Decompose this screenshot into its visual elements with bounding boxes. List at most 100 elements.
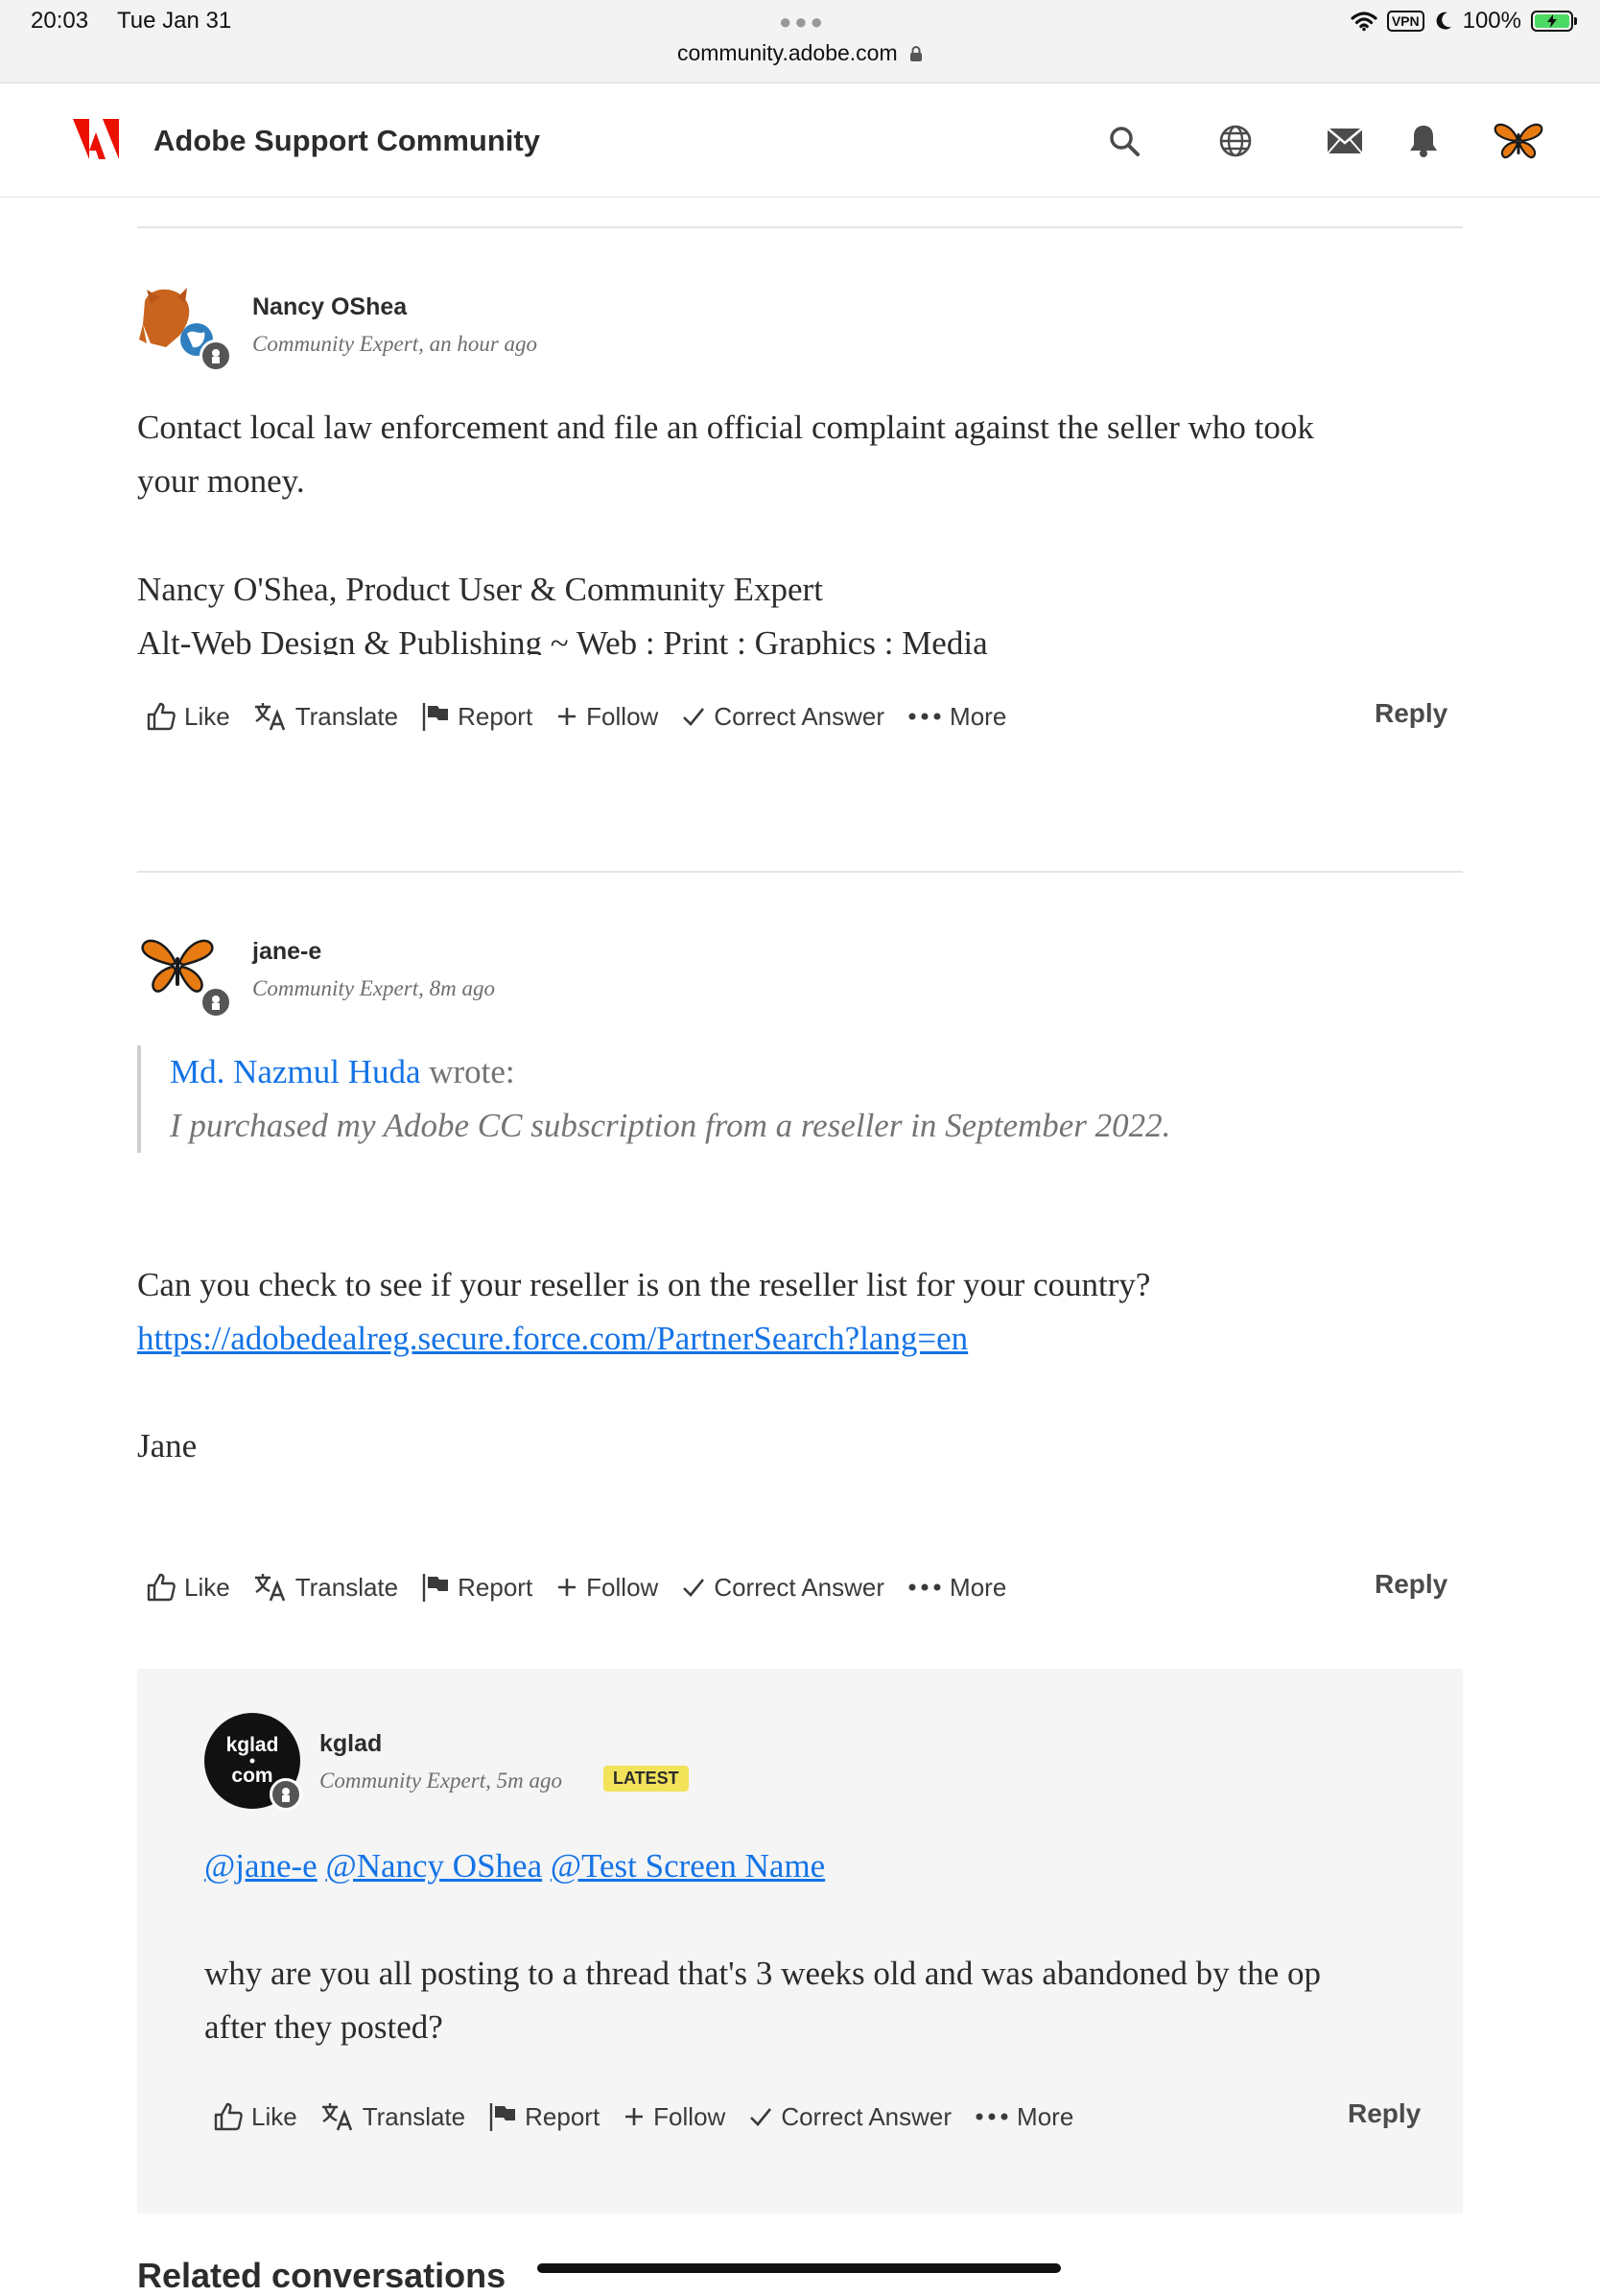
more-button[interactable]: More [907,1573,1006,1603]
bell-icon[interactable] [1402,120,1445,162]
like-label: Like [251,2101,297,2131]
quote-author-link[interactable]: Md. Nazmul Huda [170,1053,420,1090]
correct-answer-button[interactable]: Correct Answer [681,702,884,732]
like-button[interactable]: Like [213,2101,297,2132]
avatar-nancy[interactable] [137,282,232,372]
address-url: community.adobe.com [676,40,898,65]
mention-link[interactable]: @Nancy OShea [325,1847,542,1885]
lock-icon [910,46,923,61]
flag-icon [422,703,449,731]
translate-icon [321,2103,352,2131]
checkmark-icon [683,708,705,726]
follow-label: Follow [586,1572,659,1602]
reply-button[interactable]: Reply [1348,2098,1421,2129]
vpn-badge: VPN [1386,11,1424,32]
translate-icon [254,1574,285,1602]
quote-wrote: wrote: [420,1053,515,1090]
plus-icon [558,708,576,725]
ellipsis-icon [908,713,941,720]
translate-button[interactable]: Translate [253,701,398,732]
mention-link[interactable]: @Test Screen Name [551,1847,825,1885]
post-body: Can you check to see if your reseller is… [137,1258,1480,1473]
expert-badge-icon [200,986,232,1019]
search-icon[interactable] [1103,120,1145,162]
correct-answer-button[interactable]: Correct Answer [748,2102,952,2132]
avatar-jane[interactable] [137,928,232,1019]
report-label: Report [458,1572,533,1602]
reply-button[interactable]: Reply [1375,698,1447,729]
correct-answer-label: Correct Answer [781,2101,953,2131]
translate-label: Translate [294,701,399,731]
mention-link[interactable]: @jane-e [204,1847,318,1885]
report-button[interactable]: Report [488,2101,600,2132]
more-button[interactable]: More [975,2102,1073,2132]
translate-button[interactable]: Translate [253,1572,398,1603]
report-button[interactable]: Report [421,1572,532,1603]
follow-button[interactable]: Follow [555,702,658,732]
follow-label: Follow [586,701,659,731]
status-time: 20:03 [31,8,89,34]
expert-badge-icon [270,1778,302,1811]
report-button[interactable]: Report [421,701,532,732]
status-right-cluster: VPN 100% [1351,8,1577,35]
status-date: Tue Jan 31 [117,8,232,34]
more-label: More [1017,2101,1074,2131]
follow-button[interactable]: Follow [555,1573,658,1603]
translate-icon [254,703,285,731]
checkmark-icon [683,1579,705,1597]
butterfly-avatar-icon[interactable] [1493,120,1544,162]
ellipsis-icon [908,1583,941,1591]
follow-button[interactable]: Follow [623,2102,725,2132]
body-line: after they posted? [204,2008,443,2046]
post-time: , 5m ago [485,1769,562,1792]
flag-icon [422,1574,449,1602]
follow-label: Follow [653,2101,726,2131]
mentions: @jane-e @Nancy OShea @Test Screen Name [204,1839,1451,1893]
reply-button[interactable]: Reply [1375,1569,1447,1600]
ellipsis-icon [976,2113,1008,2120]
reseller-link[interactable]: https://adobedealreg.secure.force.com/Pa… [137,1320,968,1357]
report-label: Report [525,2101,600,2131]
mail-icon[interactable] [1324,120,1366,162]
signature-line: Alt-Web Design & Publishing ~ Web : Prin… [137,624,988,655]
latest-badge: LATEST [603,1766,689,1792]
avatar-kglad[interactable]: kglad com [204,1713,302,1811]
author-meta: Community Expert, 5m ago [319,1769,562,1793]
flag-icon [489,2103,516,2131]
adobe-logo-icon[interactable] [73,119,119,159]
translate-label: Translate [294,1572,399,1602]
home-indicator[interactable] [537,2263,1061,2273]
expert-badge-icon [200,340,232,372]
globe-icon[interactable] [1214,120,1257,162]
translate-button[interactable]: Translate [320,2101,465,2132]
battery-percent: 100% [1462,8,1521,34]
author-name[interactable]: Nancy OShea [252,293,407,321]
correct-answer-label: Correct Answer [714,701,885,731]
post-actions: Like Translate Report Follow Correct Ans… [213,2093,1096,2141]
quote-body: I purchased my Adobe CC subscription fro… [170,1107,1171,1144]
like-label: Like [184,701,230,731]
signature-line: Nancy O'Shea, Product User & Community E… [137,571,823,608]
author-role: Community Expert [252,332,419,356]
report-label: Report [458,701,533,731]
tab-overview-dots-icon[interactable]: ●●● [779,10,826,35]
author-name[interactable]: kglad [319,1730,382,1758]
like-button[interactable]: Like [146,701,230,732]
plus-icon [558,1579,576,1596]
address-bar[interactable]: community.adobe.com [0,40,1600,66]
body-line: why are you all posting to a thread that… [204,1955,1321,1992]
post-signature: Nancy O'Shea, Product User & Community E… [137,563,1480,655]
post-divider [137,871,1463,873]
wifi-icon [1351,12,1377,32]
site-title[interactable]: Adobe Support Community [153,124,540,158]
body-line: your money. [137,462,305,500]
author-name[interactable]: jane-e [252,938,321,966]
post-signoff: Jane [137,1427,198,1464]
more-button[interactable]: More [907,702,1006,732]
body-line: Contact local law enforcement and file a… [137,409,1314,446]
correct-answer-label: Correct Answer [714,1572,885,1602]
post-body: Contact local law enforcement and file a… [137,401,1480,508]
correct-answer-button[interactable]: Correct Answer [681,1573,884,1603]
like-button[interactable]: Like [146,1572,230,1603]
thumbs-up-icon [214,2102,243,2131]
